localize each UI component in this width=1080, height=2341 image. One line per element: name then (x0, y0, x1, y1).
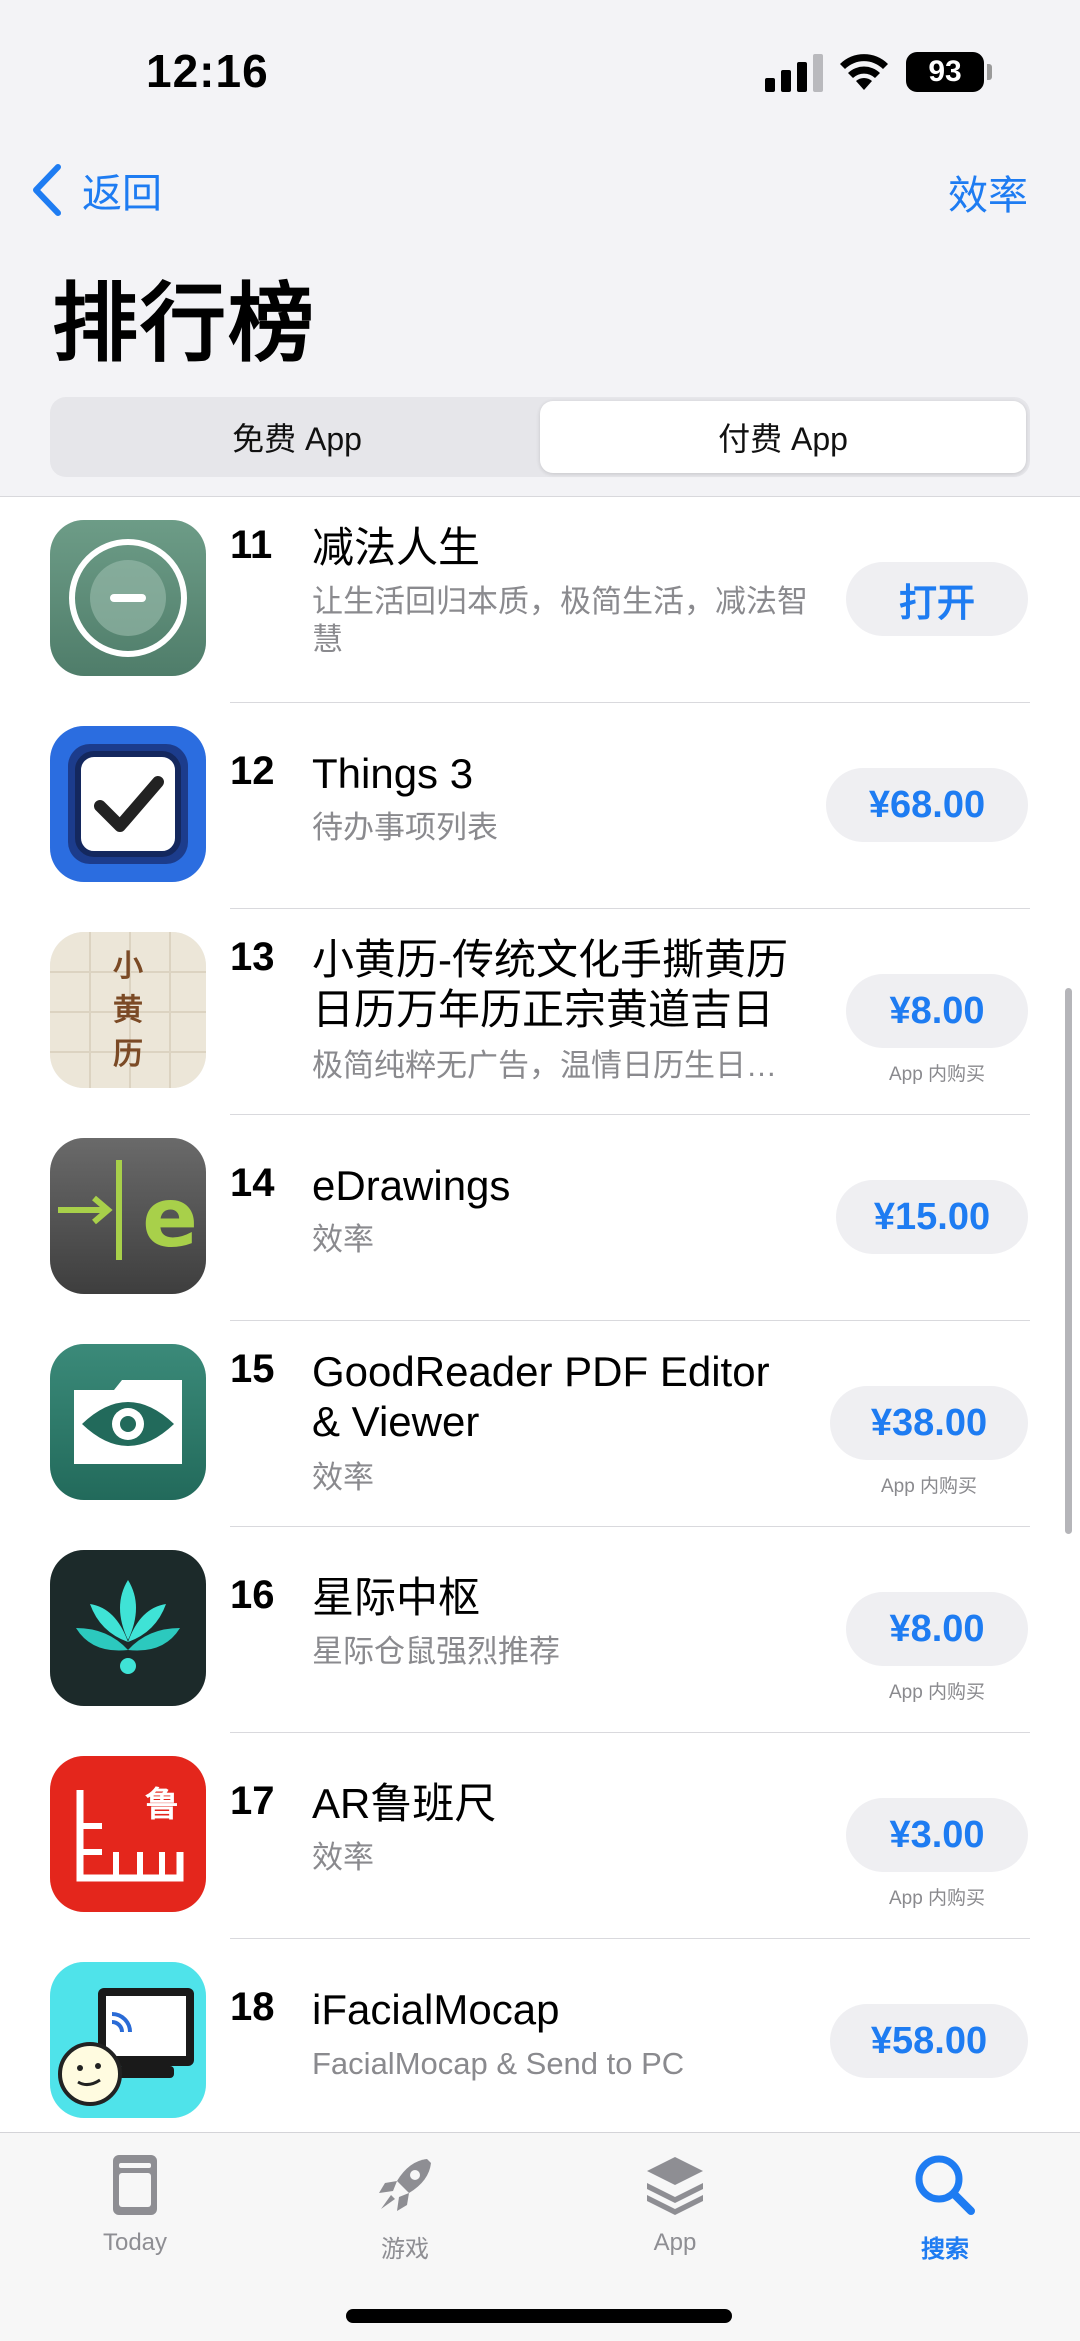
rank-number: 15 (230, 1347, 275, 1391)
rank-number: 12 (230, 749, 275, 793)
svg-text:鲁: 鲁 (145, 1785, 179, 1825)
app-name: eDrawings (312, 1162, 511, 1209)
svg-text:e: e (142, 1171, 198, 1266)
rank-number: 13 (230, 935, 275, 979)
search-icon (915, 2155, 975, 2215)
price-button[interactable]: ¥3.00 (846, 1798, 1028, 1872)
list-item[interactable]: e 14 eDrawings 效率 ¥15.00 (0, 1115, 1080, 1321)
segment-paid[interactable]: 付费 App (540, 401, 1026, 473)
price-button[interactable]: ¥8.00 (846, 1592, 1028, 1666)
list-item[interactable]: 15 GoodReader PDF Editor & Viewer 效率 ¥38… (0, 1321, 1080, 1527)
category-link[interactable]: 效率 (948, 163, 1028, 221)
app-subtitle: 效率 (312, 1460, 374, 1495)
list-item[interactable]: 鲁 17 AR鲁班尺 效率 ¥3.00 App 内购买 (0, 1733, 1080, 1939)
page-title: 排行榜 (52, 276, 316, 372)
lotus-icon (50, 1550, 206, 1706)
wifi-icon (840, 54, 888, 90)
in-app-purchase-note: App 内购买 (888, 1682, 986, 1703)
ruler-icon: 鲁 (50, 1756, 206, 1912)
app-name: 星际中枢 (312, 1574, 481, 1621)
tab-apps[interactable]: App (575, 2149, 775, 2257)
tab-today-label: Today (102, 2229, 168, 2256)
open-button[interactable]: 打开 (846, 562, 1028, 636)
app-subtitle: 星际仓鼠强烈推荐 (312, 1634, 560, 1669)
segment-free[interactable]: 免费 App (54, 401, 540, 473)
svg-text:小: 小 (113, 949, 143, 984)
layers-icon (647, 2157, 703, 2215)
app-subtitle: 效率 (312, 1222, 374, 1257)
scrollbar[interactable] (1065, 988, 1072, 1534)
checkbox-icon (50, 726, 206, 882)
segmented-control: 免费 App 付费 App (50, 397, 1030, 477)
rank-number: 11 (230, 523, 273, 567)
price-button[interactable]: ¥8.00 (846, 974, 1028, 1048)
back-label: 返回 (82, 172, 162, 216)
almanac-icon: 小 黄 历 (50, 932, 206, 1088)
list-item[interactable]: 12 Things 3 待办事项列表 ¥68.00 (0, 703, 1080, 909)
rank-number: 16 (230, 1573, 275, 1617)
app-subtitle: 极简纯粹无广告，温情日历生日… (312, 1048, 777, 1083)
rank-number: 14 (230, 1161, 275, 1205)
tab-today[interactable]: Today (35, 2149, 235, 2257)
price-button[interactable]: ¥58.00 (830, 2004, 1028, 2078)
svg-text:历: 历 (113, 1037, 143, 1072)
face-monitor-icon (50, 1962, 206, 2118)
price-button[interactable]: ¥38.00 (830, 1386, 1028, 1460)
app-name: Things 3 (312, 750, 474, 797)
status-time: 12:16 (146, 45, 269, 97)
home-indicator (346, 2309, 732, 2323)
back-button[interactable]: 返回 (30, 160, 162, 220)
battery-nub (987, 64, 992, 80)
list-item[interactable]: 16 星际中枢 星际仓鼠强烈推荐 ¥8.00 App 内购买 (0, 1527, 1080, 1733)
chevron-left-icon (33, 164, 61, 216)
header: 12:16 93 返回 效率 排行榜 免费 App 付费 App (0, 0, 1080, 497)
app-name: AR鲁班尺 (312, 1780, 497, 1827)
list-item[interactable]: 18 iFacialMocap FacialMocap & Send to PC… (0, 1939, 1080, 2132)
price-button[interactable]: ¥15.00 (836, 1180, 1028, 1254)
price-button[interactable]: ¥68.00 (826, 768, 1028, 842)
app-subtitle: 让生活回归本质，极简生活，减法智慧 (312, 584, 808, 657)
battery-indicator: 93 (906, 52, 984, 92)
app-subtitle: FacialMocap & Send to PC (312, 2046, 685, 2081)
edrawings-icon: e (50, 1138, 206, 1294)
app-subtitle: 效率 (312, 1840, 374, 1875)
tab-games[interactable]: 游戏 (305, 2149, 505, 2264)
today-icon (113, 2155, 157, 2215)
list-item[interactable]: 11 减法人生 让生活回归本质，极简生活，减法智慧 打开 (0, 497, 1080, 703)
rank-number: 17 (230, 1779, 275, 1823)
rank-number: 18 (230, 1985, 275, 2029)
list-item[interactable]: 小 黄 历 13 小黄历-传统文化手撕黄历日历万年历正宗黄道吉日 极简纯粹无广告… (0, 909, 1080, 1115)
tab-apps-label: App (653, 2229, 697, 2256)
in-app-purchase-note: App 内购买 (888, 1064, 986, 1085)
tab-games-label: 游戏 (381, 2236, 429, 2263)
rocket-icon (379, 2159, 431, 2211)
app-ranking-list: 11 减法人生 让生活回归本质，极简生活，减法智慧 打开 12 Things 3… (0, 497, 1080, 2132)
app-name: iFacialMocap (312, 1986, 560, 2033)
app-name: GoodReader PDF Editor & Viewer (312, 1348, 770, 1445)
svg-text:黄: 黄 (113, 993, 143, 1028)
tab-search[interactable]: 搜索 (845, 2149, 1045, 2264)
app-subtitle: 待办事项列表 (312, 810, 498, 845)
eye-folder-icon (50, 1344, 206, 1500)
tab-search-label: 搜索 (921, 2236, 969, 2263)
in-app-purchase-note: App 内购买 (888, 1888, 986, 1909)
minus-circle-icon (50, 520, 206, 676)
app-name: 减法人生 (312, 524, 481, 571)
in-app-purchase-note: App 内购买 (880, 1476, 978, 1497)
app-name: 小黄历-传统文化手撕黄历日历万年历正宗黄道吉日 (312, 936, 788, 1033)
cellular-signal-icon (765, 54, 823, 92)
